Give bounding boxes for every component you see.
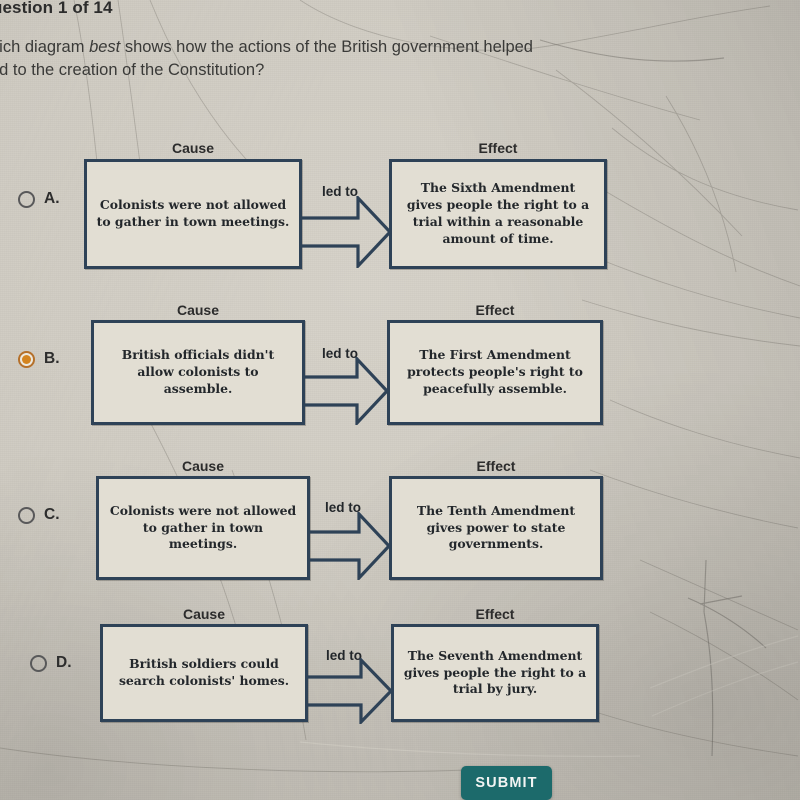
page-title: hich diagram best shows how the actions … xyxy=(0,36,630,83)
prompt-line-2: ad to the creation of the Constitution? xyxy=(0,61,265,80)
effect-box-c: The Tenth Amendment gives power to state… xyxy=(389,476,603,580)
effect-box-a: The Sixth Amendment gives people the rig… xyxy=(389,159,607,269)
effect-text-b: The First Amendment protects people's ri… xyxy=(407,347,583,396)
radio-button-b[interactable] xyxy=(18,350,35,368)
cause-label-b: Cause xyxy=(176,302,220,318)
cause-label-d: Cause xyxy=(182,606,226,622)
cause-box-b: British officials didn't allow colonists… xyxy=(91,320,305,425)
effect-label-d: Effect xyxy=(475,606,515,622)
cause-text-c: Colonists were not allowed to gather in … xyxy=(109,502,297,552)
effect-text-a: The Sixth Amendment gives people the rig… xyxy=(406,180,590,246)
option-letter-c: C. xyxy=(44,506,60,523)
radio-wrap-c[interactable]: C. xyxy=(18,506,60,524)
radio-wrap-a[interactable]: A. xyxy=(18,190,60,208)
answer-option-c[interactable]: C. Cause Effect Colonists were not allow… xyxy=(0,458,800,588)
answer-option-a[interactable]: A. Cause Effect Colonists were not allow… xyxy=(0,140,800,275)
option-letter-b: B. xyxy=(44,350,60,367)
radio-wrap-d[interactable]: D. xyxy=(30,654,72,672)
cause-label-a: Cause xyxy=(171,140,215,156)
cause-box-c: Colonists were not allowed to gather in … xyxy=(96,476,310,580)
effect-label-c: Effect xyxy=(476,458,516,474)
effect-box-d: The Seventh Amendment gives people the r… xyxy=(391,624,599,722)
answer-option-b[interactable]: B. Cause Effect British officials didn't… xyxy=(0,302,800,432)
option-letter-d: D. xyxy=(56,654,72,671)
effect-label-b: Effect xyxy=(475,302,515,318)
arrow-c xyxy=(307,512,391,580)
arrow-d xyxy=(305,658,393,724)
radio-button-a[interactable] xyxy=(18,190,35,208)
cause-text-a: Colonists were not allowed to gather in … xyxy=(96,197,290,229)
answer-option-d[interactable]: D. Cause Effect British soldiers could s… xyxy=(0,606,800,728)
effect-label-a: Effect xyxy=(478,140,518,156)
question-counter: uestion 1 of 14 xyxy=(0,0,113,17)
cause-label-c: Cause xyxy=(181,458,225,474)
cause-box-d: British soldiers could search colonists'… xyxy=(100,624,308,722)
prompt-pre: hich diagram xyxy=(0,38,85,56)
arrow-a xyxy=(300,196,392,268)
submit-button[interactable]: SUBMIT xyxy=(461,766,552,800)
cause-text-d: British soldiers could search colonists'… xyxy=(118,656,290,688)
effect-text-d: The Seventh Amendment gives people the r… xyxy=(403,647,587,697)
effect-box-b: The First Amendment protects people's ri… xyxy=(387,320,603,425)
effect-text-c: The Tenth Amendment gives power to state… xyxy=(416,502,576,552)
prompt-post: shows how the actions of the British gov… xyxy=(120,38,533,56)
radio-button-c[interactable] xyxy=(18,506,35,524)
radio-wrap-b[interactable]: B. xyxy=(18,350,60,368)
prompt-emphasis: best xyxy=(89,38,121,56)
radio-button-d[interactable] xyxy=(30,654,47,672)
cause-text-b: British officials didn't allow colonists… xyxy=(121,347,275,396)
cause-box-a: Colonists were not allowed to gather in … xyxy=(84,159,302,269)
option-letter-a: A. xyxy=(44,190,60,207)
arrow-b xyxy=(303,357,389,425)
